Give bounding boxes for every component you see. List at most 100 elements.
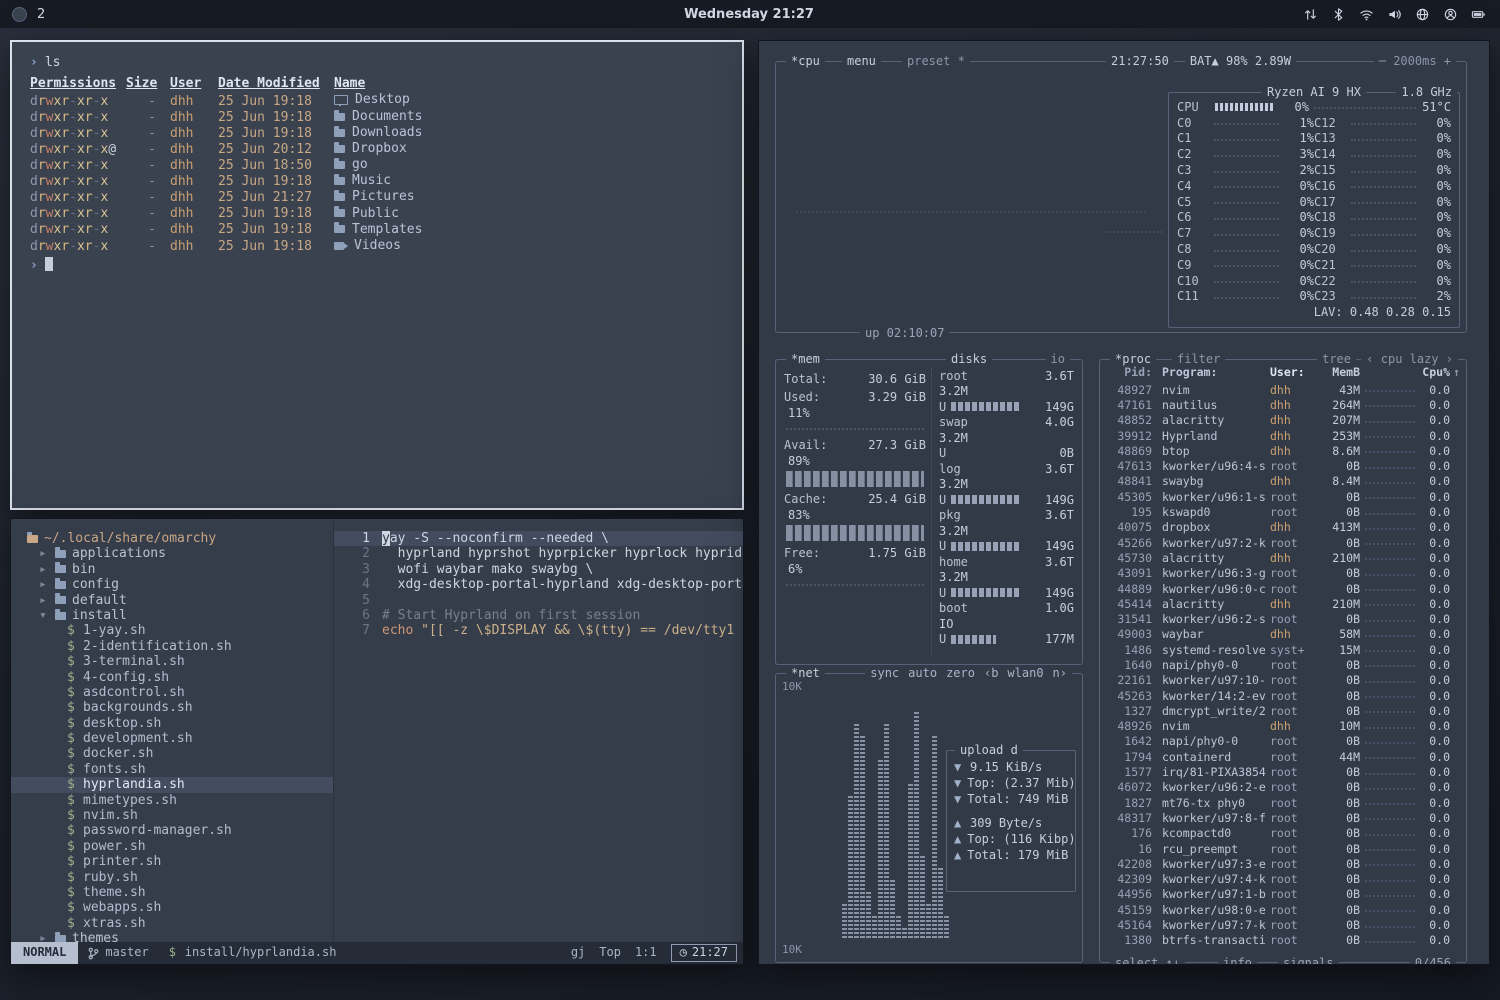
- process-row[interactable]: 39912Hyprlanddhh253M0.0: [1100, 428, 1466, 443]
- tree-item-theme-sh[interactable]: $theme.sh: [11, 885, 333, 900]
- process-row[interactable]: 47161nautilusdhh264M0.0: [1100, 397, 1466, 412]
- process-row[interactable]: 16rcu_preemptroot0B0.0: [1100, 841, 1466, 856]
- process-row[interactable]: 43091kworker/u96:3-gfroot0B0.0: [1100, 566, 1466, 581]
- tree-item-fonts-sh[interactable]: $fonts.sh: [11, 762, 333, 777]
- network-icon[interactable]: [1415, 7, 1430, 22]
- process-row[interactable]: 42309kworker/u97:4-kcroot0B0.0: [1100, 872, 1466, 887]
- process-row[interactable]: 48926nvimdhh10M0.0: [1100, 719, 1466, 734]
- tree-item-4-config-sh[interactable]: $4-config.sh: [11, 670, 333, 685]
- process-row[interactable]: 45164kworker/u97:7-kvroot0B0.0: [1100, 917, 1466, 932]
- tree-item-development-sh[interactable]: $development.sh: [11, 731, 333, 746]
- tree-item-2-identification-sh[interactable]: $2-identification.sh: [11, 639, 333, 654]
- net-control-b[interactable]: ‹b: [984, 666, 998, 680]
- updates-icon[interactable]: [1303, 7, 1318, 22]
- user-icon[interactable]: [1443, 7, 1458, 22]
- prompt-line[interactable]: ›ls: [30, 55, 742, 70]
- process-row[interactable]: 31541kworker/u96:2-sdroot0B0.0: [1100, 611, 1466, 626]
- tree-item-desktop-sh[interactable]: $desktop.sh: [11, 716, 333, 731]
- cpu-tab[interactable]: *cpu: [786, 54, 825, 68]
- process-row[interactable]: 46072kworker/u96:2-evroot0B0.0: [1100, 780, 1466, 795]
- bluetooth-icon[interactable]: [1331, 7, 1346, 22]
- code-line[interactable]: 4 xdg-desktop-portal-hyprland xdg-deskto…: [334, 577, 743, 592]
- process-row[interactable]: 195kswapd0root0B0.0: [1100, 504, 1466, 519]
- process-row[interactable]: 48317kworker/u97:8-flroot0B0.0: [1100, 810, 1466, 825]
- tree-item-ruby-sh[interactable]: $ruby.sh: [11, 870, 333, 885]
- scroll-up-arrow[interactable]: ↑: [1450, 365, 1460, 379]
- process-row[interactable]: 1486systemd-resolvesyst+15M0.0: [1100, 642, 1466, 657]
- process-row[interactable]: 48841swaybgdhh8.4M0.0: [1100, 474, 1466, 489]
- process-row[interactable]: 1577irq/81-PIXA3854:root0B0.0: [1100, 764, 1466, 779]
- process-row[interactable]: 42208kworker/u97:3-evroot0B0.0: [1100, 856, 1466, 871]
- net-control-auto[interactable]: auto: [908, 666, 937, 680]
- process-row[interactable]: 1827mt76-tx phy0root0B0.0: [1100, 795, 1466, 810]
- tree-item-bin[interactable]: ▸bin: [11, 562, 333, 577]
- process-row[interactable]: 45730alacrittydhh210M0.0: [1100, 550, 1466, 565]
- wifi-icon[interactable]: [1359, 7, 1374, 22]
- filter-button[interactable]: filter: [1172, 352, 1225, 366]
- process-row[interactable]: 1642napi/phy0-0root0B0.0: [1100, 734, 1466, 749]
- battery-icon[interactable]: [1471, 7, 1486, 22]
- process-row[interactable]: 45305kworker/u96:1-sdroot0B0.0: [1100, 489, 1466, 504]
- process-row[interactable]: 22161kworker/u97:10-kroot0B0.0: [1100, 673, 1466, 688]
- disks-tab[interactable]: disks: [946, 352, 992, 366]
- tree-item-themes[interactable]: ▸themes: [11, 931, 333, 942]
- process-row[interactable]: 48869btopdhh8.6M0.0: [1100, 443, 1466, 458]
- net-tab[interactable]: *net: [786, 666, 825, 680]
- tree-item-3-terminal-sh[interactable]: $3-terminal.sh: [11, 654, 333, 669]
- terminal-cursor[interactable]: [45, 257, 53, 271]
- process-row[interactable]: 49003waybardhh58M0.0: [1100, 627, 1466, 642]
- preset-button[interactable]: preset *: [902, 54, 970, 68]
- tree-item-applications[interactable]: ▸applications: [11, 546, 333, 561]
- io-toggle[interactable]: io: [1046, 352, 1070, 366]
- mem-tab[interactable]: *mem: [786, 352, 825, 366]
- signals-button[interactable]: signals: [1278, 956, 1339, 965]
- tree-toggle[interactable]: tree: [1317, 352, 1356, 366]
- process-row[interactable]: 44889kworker/u96:0-coroot0B0.0: [1100, 581, 1466, 596]
- process-row[interactable]: 47613kworker/u96:4-sdroot0B0.0: [1100, 458, 1466, 473]
- tree-item-install[interactable]: ▾install: [11, 608, 333, 623]
- process-row[interactable]: 44956kworker/u97:1-btroot0B0.0: [1100, 887, 1466, 902]
- process-row[interactable]: 48927nvimdhh43M0.0: [1100, 382, 1466, 397]
- tree-item-1-yay-sh[interactable]: $1-yay.sh: [11, 623, 333, 638]
- tree-item-nvim-sh[interactable]: $nvim.sh: [11, 808, 333, 823]
- process-row[interactable]: 1794containerdroot44M0.0: [1100, 749, 1466, 764]
- code-line[interactable]: 1yay -S --noconfirm --needed \: [334, 531, 743, 546]
- process-row[interactable]: 45266kworker/u97:2-kcroot0B0.0: [1100, 535, 1466, 550]
- process-row[interactable]: 176kcompactd0root0B0.0: [1100, 826, 1466, 841]
- process-row[interactable]: 1640napi/phy0-0root0B0.0: [1100, 657, 1466, 672]
- proc-tab[interactable]: *proc: [1110, 352, 1156, 366]
- process-row[interactable]: 1327dmcrypt_write/25root0B0.0: [1100, 703, 1466, 718]
- tree-item-backgrounds-sh[interactable]: $backgrounds.sh: [11, 700, 333, 715]
- tree-root[interactable]: ~/.local/share/omarchy: [11, 531, 333, 546]
- prompt-line-empty[interactable]: ›: [30, 255, 742, 273]
- sort-selector[interactable]: ‹ cpu lazy ›: [1361, 352, 1458, 366]
- tree-item-power-sh[interactable]: $power.sh: [11, 839, 333, 854]
- net-control-zero[interactable]: zero: [946, 666, 975, 680]
- tree-item-mimetypes-sh[interactable]: $mimetypes.sh: [11, 793, 333, 808]
- tree-item-docker-sh[interactable]: $docker.sh: [11, 746, 333, 761]
- tree-item-config[interactable]: ▸config: [11, 577, 333, 592]
- tree-item-xtras-sh[interactable]: $xtras.sh: [11, 916, 333, 931]
- workspace-indicator[interactable]: 2: [37, 7, 45, 22]
- process-row[interactable]: 45263kworker/14:2-everoot0B0.0: [1100, 688, 1466, 703]
- process-row[interactable]: 40075dropboxdhh413M0.0: [1100, 520, 1466, 535]
- tree-item-asdcontrol-sh[interactable]: $asdcontrol.sh: [11, 685, 333, 700]
- process-row[interactable]: 45414alacrittydhh210M0.0: [1100, 596, 1466, 611]
- net-control-wlan0[interactable]: wlan0: [1007, 666, 1043, 680]
- select-hint[interactable]: select ↑↓: [1110, 956, 1185, 965]
- process-row[interactable]: 48852alacrittydhh207M0.0: [1100, 413, 1466, 428]
- update-interval[interactable]: ─ 2000ms +: [1374, 54, 1456, 68]
- code-line[interactable]: 6# Start Hyprland on first session: [334, 608, 743, 623]
- info-button[interactable]: info: [1218, 956, 1257, 965]
- net-stats-title[interactable]: upload d: [955, 743, 1023, 757]
- launcher-logo-icon[interactable]: [12, 7, 27, 22]
- net-control-sync[interactable]: sync: [870, 666, 899, 680]
- process-row[interactable]: 45159kworker/u98:0-evroot0B0.0: [1100, 902, 1466, 917]
- code-pane[interactable]: 1yay -S --noconfirm --needed \2 hyprland…: [333, 519, 743, 942]
- menu-tab[interactable]: menu: [842, 54, 881, 68]
- tree-item-webapps-sh[interactable]: $webapps.sh: [11, 900, 333, 915]
- code-line[interactable]: 2 hyprland hyprshot hyprpicker hyprlock …: [334, 546, 743, 561]
- code-line[interactable]: 5: [334, 593, 743, 608]
- volume-icon[interactable]: [1387, 7, 1402, 22]
- process-row[interactable]: 1380btrfs-transactioroot0B0.0: [1100, 933, 1466, 948]
